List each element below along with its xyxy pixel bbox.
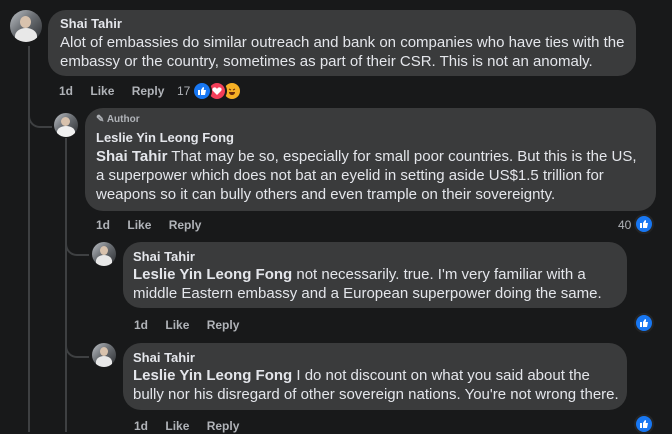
- comment-text: Shai Tahir That may be so, especially fo…: [96, 147, 646, 204]
- comment-text: Leslie Yin Leong Fong I do not discount …: [133, 366, 623, 404]
- like-button[interactable]: Like: [90, 84, 114, 98]
- mention[interactable]: Leslie Yin Leong Fong: [133, 367, 292, 384]
- comment-bubble: Shai Tahir Alot of embassies do similar …: [48, 10, 636, 76]
- comment-body: That may be so, especially for small poo…: [96, 148, 637, 203]
- like-icon: [192, 81, 212, 101]
- like-button[interactable]: Like: [165, 318, 189, 332]
- reply-button[interactable]: Reply: [169, 218, 202, 232]
- reaction-count[interactable]: 40: [618, 218, 631, 232]
- comment-author[interactable]: Shai Tahir: [133, 350, 195, 365]
- comment-bubble: Shai Tahir Leslie Yin Leong Fong I do no…: [123, 343, 627, 410]
- author-badge: ✎ Author: [96, 114, 140, 125]
- like-button[interactable]: Like: [127, 218, 151, 232]
- avatar[interactable]: [92, 242, 116, 266]
- comment-time[interactable]: 1d: [96, 218, 110, 232]
- comment-author[interactable]: Shai Tahir: [60, 16, 122, 31]
- comment-time[interactable]: 1d: [134, 318, 148, 332]
- avatar[interactable]: [92, 343, 116, 367]
- mention[interactable]: Leslie Yin Leong Fong: [133, 266, 292, 283]
- comment-actions: 1d Like Reply: [134, 318, 253, 332]
- thread-branch-reply-1: [65, 228, 89, 256]
- comment-text: Alot of embassies do similar outreach an…: [60, 34, 625, 70]
- comment-actions: 1d Like Reply: [134, 419, 253, 433]
- avatar[interactable]: [10, 10, 42, 42]
- comment-actions: 1d Like Reply: [96, 218, 215, 232]
- reply-button[interactable]: Reply: [207, 419, 240, 433]
- reply-button[interactable]: Reply: [207, 318, 240, 332]
- comment-time[interactable]: 1d: [134, 419, 148, 433]
- thread-branch-author: [28, 96, 52, 128]
- reaction-count[interactable]: 17: [177, 84, 190, 98]
- mention[interactable]: Shai Tahir: [96, 148, 167, 165]
- comment-time[interactable]: 1d: [59, 84, 73, 98]
- thread-line-author: [65, 138, 67, 432]
- like-icon[interactable]: [634, 414, 654, 434]
- comment-actions: 1d Like Reply: [59, 84, 178, 98]
- like-button[interactable]: Like: [165, 419, 189, 433]
- thread-branch-reply-2: [65, 328, 89, 358]
- comment-text: Leslie Yin Leong Fong not necessarily. t…: [133, 265, 623, 303]
- avatar[interactable]: [54, 113, 78, 137]
- comment-bubble: Shai Tahir Leslie Yin Leong Fong not nec…: [123, 242, 627, 308]
- like-icon[interactable]: [634, 313, 654, 333]
- comment-bubble: ✎ Author Leslie Yin Leong Fong Shai Tahi…: [85, 108, 656, 211]
- like-icon[interactable]: [634, 214, 654, 234]
- reply-button[interactable]: Reply: [132, 84, 165, 98]
- pencil-icon: ✎: [96, 114, 105, 125]
- comment-author[interactable]: Shai Tahir: [133, 249, 195, 264]
- author-badge-label: Author: [106, 114, 140, 125]
- comment-author[interactable]: Leslie Yin Leong Fong: [96, 130, 234, 145]
